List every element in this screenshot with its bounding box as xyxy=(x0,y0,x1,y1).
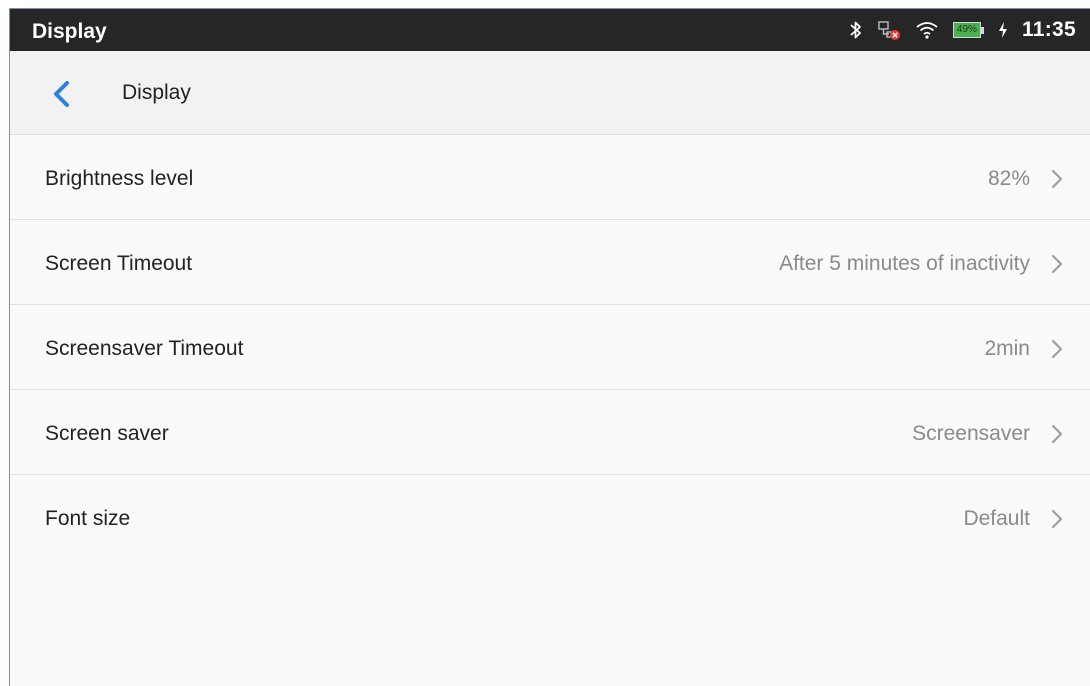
battery-tip xyxy=(980,26,984,34)
screen: Display 49% 11:35 Display Brightness lev… xyxy=(9,8,1090,686)
setting-label: Screen saver xyxy=(45,422,169,445)
setting-screen-saver[interactable]: Screen saver Screensaver xyxy=(10,390,1090,475)
setting-value: 82% xyxy=(987,167,1030,190)
setting-label: Screensaver Timeout xyxy=(45,337,244,360)
back-button[interactable] xyxy=(46,79,76,109)
setting-label: Brightness level xyxy=(45,167,194,190)
setting-font-size[interactable]: Font size Default xyxy=(10,475,1090,560)
chevron-right-icon xyxy=(1051,169,1063,189)
status-bar-icons: 49% 11:35 xyxy=(849,9,1076,51)
setting-label: Font size xyxy=(45,507,131,530)
charging-icon xyxy=(998,21,1008,39)
setting-brightness-level[interactable]: Brightness level 82% xyxy=(10,135,1090,220)
page-title: Display xyxy=(122,81,191,104)
chevron-right-icon xyxy=(1051,339,1063,359)
setting-value: After 5 minutes of inactivity xyxy=(779,252,1030,275)
chevron-right-icon xyxy=(1051,509,1063,529)
status-bar: Display 49% 11:35 xyxy=(10,9,1090,51)
chevron-right-icon xyxy=(1051,254,1063,274)
setting-value: Default xyxy=(963,507,1030,530)
wifi-icon xyxy=(915,20,939,40)
setting-screensaver-timeout[interactable]: Screensaver Timeout 2min xyxy=(10,305,1090,390)
setting-screen-timeout[interactable]: Screen Timeout After 5 minutes of inacti… xyxy=(10,220,1090,305)
app-bar: Display xyxy=(10,51,1090,135)
battery-icon: 49% xyxy=(952,22,984,38)
network-disconnected-icon xyxy=(877,19,901,41)
settings-list: Brightness level 82% Screen Timeout Afte… xyxy=(10,135,1090,560)
setting-label: Screen Timeout xyxy=(45,252,193,275)
setting-value: 2min xyxy=(984,337,1030,360)
chevron-right-icon xyxy=(1051,424,1063,444)
bluetooth-icon xyxy=(849,19,863,41)
status-bar-time: 11:35 xyxy=(1021,18,1076,41)
setting-value: Screensaver xyxy=(912,422,1030,445)
status-bar-app-name: Display xyxy=(32,20,107,43)
chevron-left-icon xyxy=(54,81,69,107)
battery-percent: 49% xyxy=(952,22,981,38)
